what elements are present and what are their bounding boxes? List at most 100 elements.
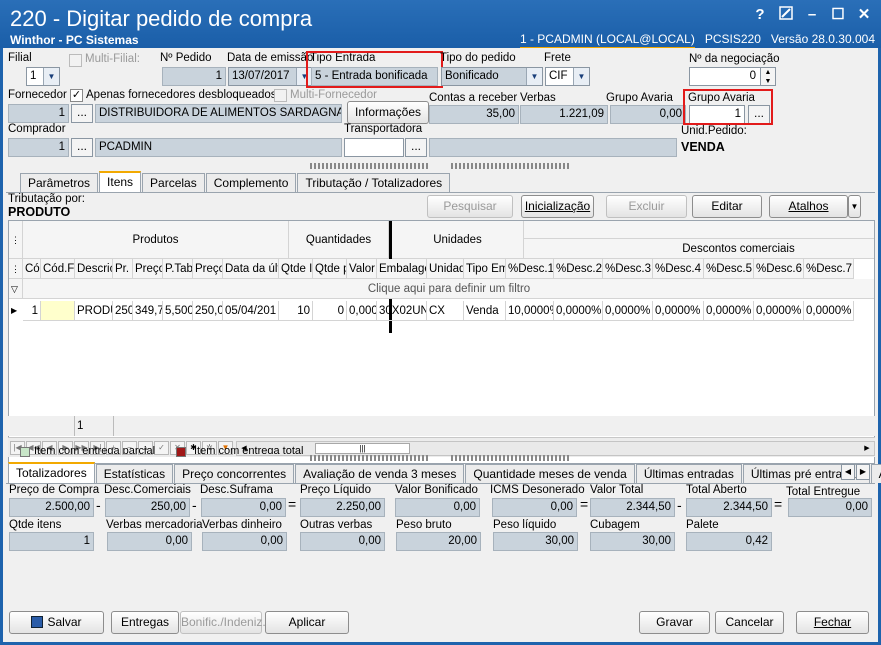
tab-parametros[interactable]: Parâmetros	[20, 173, 99, 192]
comprador-lookup-button[interactable]: ...	[71, 138, 93, 157]
column-header[interactable]: Pr.	[113, 259, 133, 279]
transportadora-lookup-button[interactable]: ...	[405, 138, 427, 157]
column-header[interactable]: %Desc.7	[804, 259, 854, 279]
scroll-right-icon[interactable]: ▶	[860, 442, 874, 455]
close-button[interactable]: ✕	[855, 6, 873, 24]
table-cell[interactable]: 0,0000%	[554, 301, 603, 321]
gravar-button[interactable]: Gravar	[639, 611, 710, 634]
cancelar-button[interactable]: Cancelar	[715, 611, 784, 634]
table-cell[interactable]: 1	[23, 301, 41, 321]
edit-icon[interactable]	[777, 6, 795, 24]
entregas-button[interactable]: Entregas	[111, 611, 179, 634]
filial-select[interactable]: 1 ▼	[26, 67, 60, 86]
column-header[interactable]: Qtde p	[313, 259, 347, 279]
negociacao-spinner[interactable]: ▲ ▼	[760, 67, 776, 86]
column-header[interactable]: Data da últ	[223, 259, 279, 279]
table-cell[interactable]: 05/04/201	[223, 301, 279, 321]
tab-aplicacoes[interactable]: Aplicaçõe	[870, 464, 881, 483]
minimize-button[interactable]: –	[803, 6, 821, 24]
table-cell[interactable]	[41, 301, 75, 321]
apenas-fornecedores-checkbox[interactable]: ✓	[70, 89, 83, 102]
column-header[interactable]: Valor	[347, 259, 377, 279]
column-header[interactable]: Qtde I	[279, 259, 313, 279]
filter-row[interactable]: Clique aqui para definir um filtro	[23, 279, 874, 299]
frete-select[interactable]: CIF ▼	[545, 67, 590, 86]
table-cell[interactable]: CX	[427, 301, 464, 321]
column-header[interactable]: Có	[23, 259, 41, 279]
help-icon[interactable]: ?	[751, 6, 769, 24]
tab-estatisticas[interactable]: Estatísticas	[95, 464, 174, 483]
nav-post-icon[interactable]: ✓	[154, 441, 169, 455]
atalhos-dropdown-icon[interactable]: ▼	[848, 195, 861, 218]
excluir-button[interactable]: Excluir	[606, 195, 687, 218]
column-header[interactable]: Unidad	[427, 259, 464, 279]
table-cell[interactable]: 0	[313, 301, 347, 321]
tab-complemento[interactable]: Complemento	[205, 173, 297, 192]
column-header[interactable]: Embalage	[377, 259, 427, 279]
tab-preco-concorrentes[interactable]: Preço concorrentes	[174, 464, 295, 483]
horizontal-scrollbar[interactable]: ◀ ||| ▶	[236, 441, 875, 456]
column-header[interactable]: %Desc.4	[653, 259, 704, 279]
table-cell[interactable]: 0,0000%	[603, 301, 653, 321]
table-cell[interactable]: 0,0000%	[804, 301, 854, 321]
column-header[interactable]: Preço	[193, 259, 223, 279]
tab-totalizadores[interactable]: Totalizadores	[8, 462, 95, 483]
inicializacao-button[interactable]: Inicialização	[521, 195, 594, 218]
tab-tributacao[interactable]: Tributação / Totalizadores	[297, 173, 451, 192]
fornecedor-code-field[interactable]: 1	[8, 104, 69, 123]
comprador-code-field[interactable]: 1	[8, 138, 69, 157]
fornecedor-lookup-button[interactable]: ...	[71, 104, 93, 123]
tab-ultimas-entradas[interactable]: Últimas entradas	[635, 464, 742, 483]
column-header[interactable]: Descric	[75, 259, 113, 279]
table-cell[interactable]: 349,7	[133, 301, 163, 321]
filter-icon[interactable]: ▽	[9, 279, 23, 299]
table-cell[interactable]: PRODU	[75, 301, 113, 321]
transportadora-code-field[interactable]	[344, 138, 404, 157]
column-header[interactable]: %Desc.3	[603, 259, 653, 279]
column-header[interactable]: %Desc.2	[554, 259, 603, 279]
table-cell[interactable]: 0,000	[347, 301, 377, 321]
column-header[interactable]: %Desc.1	[506, 259, 554, 279]
tipo-pedido-select[interactable]: Bonificado ▼	[441, 67, 543, 86]
table-cell[interactable]: 0,0000%	[704, 301, 754, 321]
multi-filial-checkbox[interactable]	[69, 54, 82, 67]
editar-button[interactable]: Editar	[692, 195, 762, 218]
column-header[interactable]: P.Tab	[163, 259, 193, 279]
column-header[interactable]: %Desc.5	[704, 259, 754, 279]
table-cell[interactable]: 10	[279, 301, 313, 321]
data-emissao-field[interactable]: 13/07/2017 ▼	[228, 67, 313, 86]
atalhos-button[interactable]: Atalhos	[769, 195, 848, 218]
splitter-handle[interactable]	[451, 455, 571, 461]
tabs-scroll-right-icon[interactable]: ▶	[856, 464, 870, 480]
scroll-thumb[interactable]: |||	[315, 443, 410, 454]
fechar-button[interactable]: Fechar	[796, 611, 869, 634]
maximize-button[interactable]: ☐	[829, 6, 847, 24]
column-header[interactable]: Preço	[133, 259, 163, 279]
tab-itens[interactable]: Itens	[99, 171, 142, 192]
pesquisar-button[interactable]: Pesquisar	[427, 195, 513, 218]
table-cell[interactable]: 0,0000%	[754, 301, 804, 321]
informacoes-button[interactable]: Informações	[347, 101, 429, 124]
tab-quantidade-meses[interactable]: Quantidade meses de venda	[465, 464, 635, 483]
table-cell[interactable]: 30X02UN	[377, 301, 427, 321]
column-header[interactable]: Cód.F	[41, 259, 75, 279]
nr-pedido-field[interactable]: 1	[162, 67, 226, 86]
splitter-handle[interactable]	[310, 163, 430, 169]
tab-parcelas[interactable]: Parcelas	[142, 173, 205, 192]
tabs-scroll-left-icon[interactable]: ◀	[841, 464, 855, 480]
salvar-button[interactable]: Salvar	[9, 611, 104, 634]
splitter-handle[interactable]	[310, 455, 430, 461]
aplicar-button[interactable]: Aplicar	[265, 611, 349, 634]
table-cell[interactable]: 0,0000%	[653, 301, 704, 321]
column-header[interactable]: %Desc.6	[754, 259, 804, 279]
table-cell[interactable]: 10,0000%	[506, 301, 554, 321]
column-chooser-icon[interactable]: ⋮	[9, 221, 23, 259]
column-chooser-icon[interactable]: ⋮	[9, 259, 23, 279]
splitter-handle[interactable]	[451, 163, 571, 169]
table-cell[interactable]: 250,0	[193, 301, 223, 321]
tab-avaliacao-venda[interactable]: Avaliação de venda 3 meses	[295, 464, 465, 483]
table-cell[interactable]: 5,500	[163, 301, 193, 321]
bonific-indeniz-button[interactable]: Bonific./Indeniz.	[180, 611, 266, 634]
multi-fornecedor-checkbox[interactable]	[274, 89, 287, 102]
table-cell[interactable]: 250	[113, 301, 133, 321]
